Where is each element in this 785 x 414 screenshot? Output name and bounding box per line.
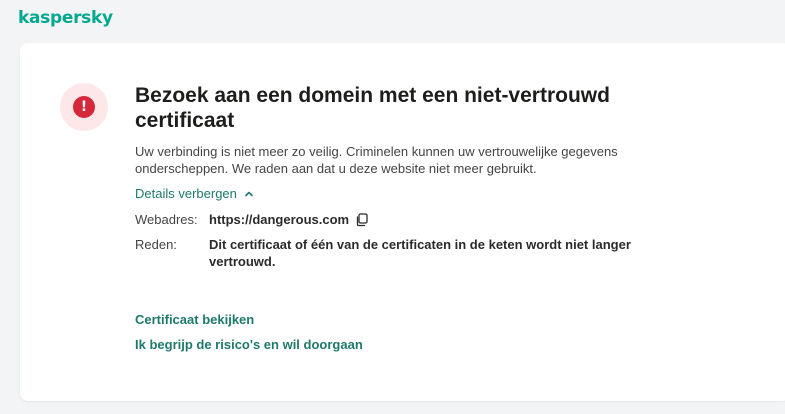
url-label: Webadres:	[135, 212, 198, 227]
chevron-up-icon	[245, 191, 253, 196]
view-certificate-link[interactable]: Certificaat bekijken	[135, 312, 363, 327]
copy-icon[interactable]	[355, 212, 369, 227]
accept-risk-link[interactable]: Ik begrijp de risico's en wil doorgaan	[135, 337, 363, 352]
reason-label: Reden:	[135, 237, 177, 252]
details-toggle[interactable]: Details verbergen	[135, 186, 254, 201]
details-toggle-label: Details verbergen	[135, 186, 237, 201]
warning-content: Bezoek aan een domein met een niet-vertr…	[135, 83, 695, 270]
warning-description: Uw verbinding is niet meer zo veilig. Cr…	[135, 144, 618, 176]
kaspersky-logo: kaspersky	[18, 8, 113, 28]
url-row: Webadres: https://dangerous.com	[135, 211, 695, 228]
url-value: https://dangerous.com	[209, 212, 350, 227]
page-title: Bezoek aan een domein met een niet-vertr…	[135, 84, 610, 132]
alert-badge: !	[60, 83, 108, 131]
warning-card: ! Bezoek aan een domein met een niet-ver…	[20, 43, 785, 401]
reason-value: Dit certificaat of één van de certificat…	[209, 237, 631, 269]
reason-row: Reden: Dit certificaat of één van de cer…	[135, 236, 695, 270]
exclamation-icon: !	[73, 96, 95, 118]
action-links: Certificaat bekijken Ik begrijp de risic…	[135, 312, 363, 362]
